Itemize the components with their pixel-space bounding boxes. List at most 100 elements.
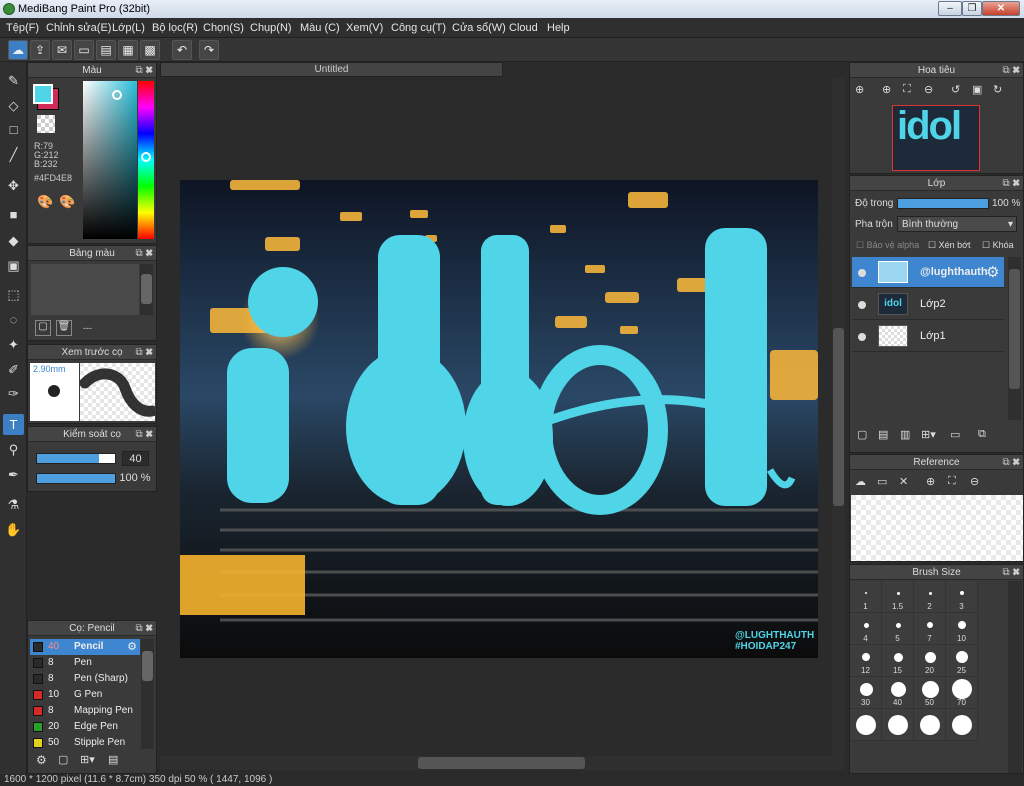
page-icon[interactable]: ▤ bbox=[96, 40, 116, 60]
move-tool-icon[interactable]: ✥ bbox=[3, 175, 24, 196]
brush-size-cell[interactable]: 7 bbox=[914, 613, 946, 645]
add-brush-icon[interactable]: ⚙ bbox=[36, 753, 47, 767]
menu-cloud[interactable]: Cloud bbox=[509, 22, 538, 34]
horizontal-scroll-thumb[interactable] bbox=[418, 757, 585, 769]
pages-icon[interactable]: ▦ bbox=[118, 40, 138, 60]
brush-item[interactable]: 50 Stipple Pen bbox=[30, 735, 140, 749]
redo-icon[interactable]: ↷ bbox=[199, 40, 219, 60]
pen-tool-icon[interactable]: ✒ bbox=[3, 464, 24, 485]
eyedropper-tool-icon[interactable]: ⚗ bbox=[3, 494, 24, 515]
fit-icon[interactable]: ⛶ bbox=[903, 83, 911, 96]
new-halftone-layer-icon[interactable]: ▤ bbox=[878, 428, 888, 441]
panel-float-close-icon[interactable]: ⧉ ✖ bbox=[1002, 63, 1020, 78]
brush-size-cell[interactable]: 20 bbox=[914, 645, 946, 677]
folder-icon[interactable]: ▭ bbox=[950, 428, 960, 441]
eraser-tool-icon[interactable]: ◇ bbox=[3, 95, 24, 116]
brush-size-cell[interactable]: 30 bbox=[850, 677, 882, 709]
brush-size-scrollbar[interactable] bbox=[1008, 581, 1022, 773]
menu-tools[interactable]: Công cụ(T) bbox=[391, 22, 446, 34]
fit-icon[interactable]: ⛶ bbox=[948, 475, 956, 488]
brush-size-cell[interactable]: 1.5 bbox=[882, 581, 914, 613]
undo-icon[interactable]: ↶ bbox=[172, 40, 192, 60]
zoom-out-icon[interactable]: ⊖ bbox=[924, 83, 933, 96]
brush-item[interactable]: 20 Edge Pen bbox=[30, 719, 140, 735]
menu-help[interactable]: Help bbox=[547, 22, 570, 34]
brush-size-cell[interactable] bbox=[914, 709, 946, 741]
lock-checkbox[interactable]: ☐ Khóa bbox=[982, 240, 1014, 251]
layer-row-lop2[interactable]: idol Lớp2 bbox=[852, 289, 1004, 320]
rectangle-tool-icon[interactable]: □ bbox=[3, 119, 24, 140]
rotate-left-icon[interactable]: ↺ bbox=[951, 83, 960, 96]
brush-size-cell[interactable]: 3 bbox=[946, 581, 978, 613]
rotate-right-icon[interactable]: ↻ bbox=[993, 83, 1002, 96]
select-rect-tool-icon[interactable]: ⬚ bbox=[3, 284, 24, 305]
comment-icon[interactable]: ✉ bbox=[52, 40, 72, 60]
speech-icon[interactable]: ▭ bbox=[74, 40, 94, 60]
hue-cursor[interactable] bbox=[141, 152, 151, 162]
menu-select[interactable]: Chọn(S) bbox=[203, 22, 244, 34]
protect-alpha-checkbox[interactable]: ☐ Bảo vệ alpha bbox=[856, 240, 919, 251]
panel-float-close-icon[interactable]: ⧉ ✖ bbox=[135, 621, 153, 636]
brush-size-cell[interactable]: 2 bbox=[914, 581, 946, 613]
menu-color[interactable]: Màu (C) bbox=[300, 22, 340, 34]
brush-size-cell[interactable]: 50 bbox=[914, 677, 946, 709]
upload-icon[interactable]: ⇪ bbox=[30, 40, 50, 60]
zoom-out-icon[interactable]: ⊖ bbox=[970, 475, 979, 488]
brush-item[interactable]: 8 Pen bbox=[30, 655, 140, 671]
menu-file[interactable]: Tệp(F) bbox=[6, 22, 39, 34]
brush-add-menu-icon[interactable]: ⊞▾ bbox=[80, 753, 95, 766]
menu-layer[interactable]: Lớp(L) bbox=[112, 22, 145, 34]
menu-edit[interactable]: Chỉnh sửa(E) bbox=[46, 22, 111, 34]
maximize-button[interactable]: ❐ bbox=[962, 1, 982, 16]
menu-window[interactable]: Cửa sổ(W) bbox=[452, 22, 506, 34]
menu-filter[interactable]: Bộ lọc(R) bbox=[152, 22, 198, 34]
panel-float-close-icon[interactable]: ⧉ ✖ bbox=[135, 246, 153, 261]
duplicate-layer-icon[interactable]: ⧉ bbox=[978, 428, 986, 441]
gear-icon[interactable]: ⚙ bbox=[986, 263, 999, 281]
reset-view-icon[interactable]: ▣ bbox=[972, 83, 982, 96]
dialog-tool-icon[interactable]: ⚲ bbox=[3, 439, 24, 460]
open-folder-icon[interactable]: ▭ bbox=[877, 475, 887, 488]
panel-float-close-icon[interactable]: ⧉ ✖ bbox=[135, 345, 153, 360]
menu-capture[interactable]: Chụp(N) bbox=[250, 22, 292, 34]
brush-tool-icon[interactable]: ✎ bbox=[3, 70, 24, 91]
select-pen-tool-icon[interactable]: ✐ bbox=[3, 359, 24, 380]
brush-size-cell[interactable] bbox=[882, 709, 914, 741]
reference-image-area[interactable] bbox=[851, 495, 1023, 561]
brush-size-cell[interactable]: 10 bbox=[946, 613, 978, 645]
brush-size-value[interactable]: 40 bbox=[122, 451, 149, 466]
brush-size-cell[interactable]: 4 bbox=[850, 613, 882, 645]
zoom-in-icon[interactable]: ⊕ bbox=[855, 83, 864, 96]
cloud-download-icon[interactable]: ☁ bbox=[855, 475, 866, 488]
visibility-icon[interactable] bbox=[858, 269, 866, 277]
gear-icon[interactable]: ⚙ bbox=[127, 639, 137, 655]
line-tool-icon[interactable]: ╱ bbox=[3, 144, 24, 165]
clipping-checkbox[interactable]: ☐ Xén bớt bbox=[928, 240, 971, 251]
layer-list-scrollbar[interactable] bbox=[1008, 257, 1021, 420]
brush-list-scrollbar[interactable] bbox=[141, 639, 154, 749]
brush-item[interactable]: 10 G Pen bbox=[30, 687, 140, 703]
sv-cursor[interactable] bbox=[112, 90, 122, 100]
menu-view[interactable]: Xem(V) bbox=[346, 22, 383, 34]
blend-mode-select[interactable]: Bình thường ▾ bbox=[897, 216, 1017, 232]
fill-rect-tool-icon[interactable]: ■ bbox=[3, 204, 24, 225]
panel-float-close-icon[interactable]: ⧉ ✖ bbox=[1002, 176, 1020, 191]
brush-item[interactable]: 40 Pencil ⚙ bbox=[30, 639, 140, 655]
hand-tool-icon[interactable]: ✋ bbox=[3, 519, 24, 540]
brush-item[interactable]: 8 Mapping Pen bbox=[30, 703, 140, 719]
brush-size-cell[interactable]: 5 bbox=[882, 613, 914, 645]
panel-float-close-icon[interactable]: ⧉ ✖ bbox=[135, 427, 153, 442]
add-layer-menu-icon[interactable]: ⊞▾ bbox=[921, 428, 936, 441]
brush-size-cell[interactable]: 40 bbox=[882, 677, 914, 709]
panel-float-close-icon[interactable]: ⧉ ✖ bbox=[135, 63, 153, 78]
brush-size-cell[interactable]: 1 bbox=[850, 581, 882, 613]
trash-icon[interactable]: 🗑 bbox=[56, 320, 72, 336]
magic-wand-tool-icon[interactable]: ✦ bbox=[3, 334, 24, 355]
document-tab[interactable]: Untitled bbox=[160, 62, 503, 77]
close-icon[interactable]: ✕ bbox=[899, 475, 908, 488]
layer-row-lughthauth[interactable]: @lughthauth ⚙ bbox=[852, 257, 1004, 288]
brush-size-cell[interactable] bbox=[850, 709, 882, 741]
text-tool-icon[interactable]: T bbox=[3, 414, 24, 435]
brush-size-cell[interactable]: 25 bbox=[946, 645, 978, 677]
artwork-canvas[interactable]: @LUGHTHAUTH #HOIDAP247 bbox=[180, 180, 818, 658]
